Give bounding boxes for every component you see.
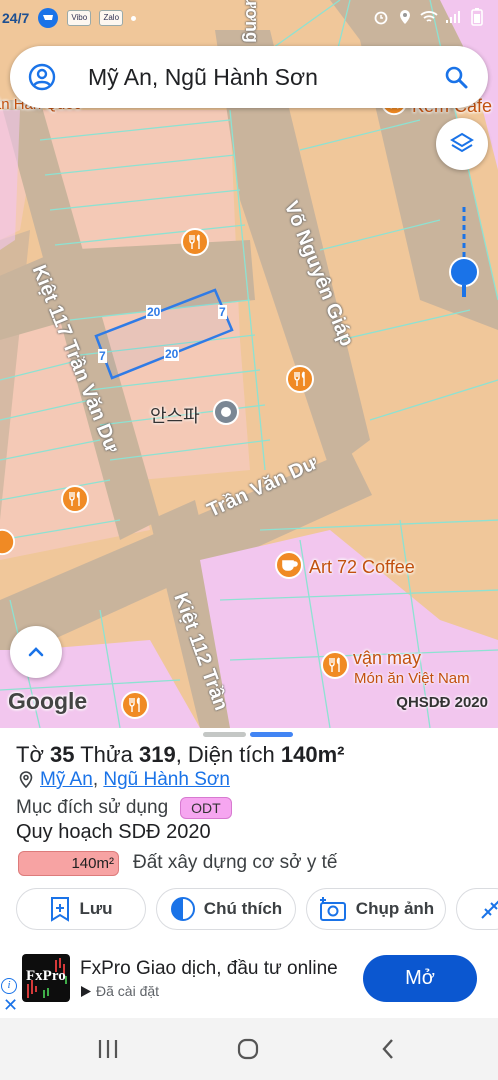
search-bar[interactable]: Mỹ An, Ngũ Hành Sơn (10, 46, 488, 108)
ad-title[interactable]: FxPro Giao dịch, đầu tư online (80, 958, 338, 980)
purpose-code-badge: ODT (180, 797, 232, 819)
place-pin-icon[interactable] (212, 398, 240, 426)
plan-use-text: Đất xây dựng cơ sở y tế (133, 852, 338, 873)
legend-button[interactable]: Chú thích (156, 888, 296, 930)
parcel-dim-bottom: 20 (164, 347, 180, 361)
restaurant-pin-icon[interactable] (0, 528, 16, 556)
location-marker-icon[interactable] (447, 205, 481, 305)
parcel-dim-top: 20 (146, 305, 162, 319)
parcel-title: Tờ 35 Thửa 319, Diện tích 140m² (16, 742, 345, 767)
cart-icon (38, 8, 59, 28)
parcel-dim-right: 7 (218, 305, 227, 319)
measure-button[interactable] (456, 888, 498, 930)
legend-icon (170, 897, 195, 921)
place-label-art-coffee: Art 72 Coffee (309, 557, 415, 577)
search-input[interactable]: Mỹ An, Ngũ Hành Sơn (88, 46, 318, 108)
back-icon (382, 1039, 393, 1059)
parcel-dim-left: 7 (98, 349, 107, 363)
place-label-korean: 안스파 (150, 406, 200, 426)
ward-link[interactable]: Mỹ An (40, 769, 93, 791)
plan-title: Quy hoạch SDĐ 2020 (16, 821, 211, 843)
battery-icon (468, 8, 486, 26)
restaurant-pin-icon[interactable] (320, 650, 350, 680)
search-icon[interactable] (442, 63, 470, 91)
plan-area-chip: 140m² (18, 850, 119, 876)
notification-dot-icon (131, 15, 137, 21)
layers-button[interactable] (436, 118, 488, 170)
location-outline-icon (19, 771, 33, 789)
status-left-text: 24/7 (2, 10, 30, 26)
action-row: Lưu Chú thích Chụp ảnh (16, 888, 498, 930)
district-link[interactable]: Ngũ Hành Sơn (103, 769, 230, 791)
system-nav-bar (0, 1018, 498, 1080)
cafe-pin-icon[interactable] (274, 550, 304, 580)
status-bar: 24/7 Vibo Zalo (0, 0, 498, 36)
plan-area-row: 140m² Đất xây dựng cơ sở y tế (18, 850, 338, 876)
screenshot-button[interactable]: Chụp ảnh (306, 888, 446, 930)
map-view[interactable]: 20 7 20 7 Võ Nguyên Giáp Kiệt 117 Trần V… (0, 0, 498, 728)
zalo-app-icon: Zalo (99, 10, 124, 26)
play-store-icon (81, 985, 91, 997)
home-button[interactable] (234, 1036, 262, 1062)
expand-sheet-button[interactable] (10, 626, 62, 678)
measure-icon (481, 900, 498, 919)
back-button[interactable] (374, 1036, 402, 1062)
restaurant-pin-icon[interactable] (180, 227, 210, 257)
ad-logo[interactable]: FxPro (22, 954, 70, 1002)
ad-close-icon[interactable]: ✕ (3, 996, 18, 1014)
bookmark-add-icon (51, 897, 70, 922)
sheet-handle[interactable] (203, 732, 293, 737)
layers-icon (450, 132, 474, 153)
place-label-van-may: vận may (353, 648, 422, 668)
vibo-app-icon: Vibo (67, 10, 92, 26)
signal-icon (444, 8, 462, 26)
home-icon (237, 1038, 259, 1060)
save-button[interactable]: Lưu (16, 888, 146, 930)
recent-apps-icon (98, 1040, 118, 1058)
account-icon[interactable] (28, 63, 56, 91)
google-logo: Google (8, 688, 88, 714)
place-sublabel-van-may: Món ăn Việt Nam (354, 670, 470, 687)
wifi-icon (420, 8, 438, 26)
restaurant-pin-icon[interactable] (120, 690, 150, 720)
ad-subtitle: Đã cài đặt (80, 983, 159, 999)
recent-apps-button[interactable] (94, 1036, 122, 1062)
camera-add-icon (319, 897, 346, 921)
plan-badge: QHSDĐ 2020 (396, 694, 488, 711)
chevron-up-icon (28, 647, 44, 657)
restaurant-pin-icon[interactable] (60, 484, 90, 514)
address-row: Mỹ An, Ngũ Hành Sơn (18, 768, 230, 792)
parcel-info-sheet[interactable]: Tờ 35 Thửa 319, Diện tích 140m² Mỹ An, N… (0, 728, 498, 940)
restaurant-pin-icon[interactable] (285, 364, 315, 394)
ad-banner[interactable]: i ✕ FxPro FxPro Giao dịch, đầu tư online… (0, 940, 498, 1018)
alarm-icon (372, 8, 390, 26)
location-icon (396, 8, 414, 26)
ad-open-button[interactable]: Mở (363, 955, 477, 1002)
purpose-row: Mục đích sử dụng ODT (16, 796, 232, 820)
ad-info-icon[interactable]: i (1, 978, 17, 994)
purpose-label: Mục đích sử dụng (16, 797, 169, 818)
